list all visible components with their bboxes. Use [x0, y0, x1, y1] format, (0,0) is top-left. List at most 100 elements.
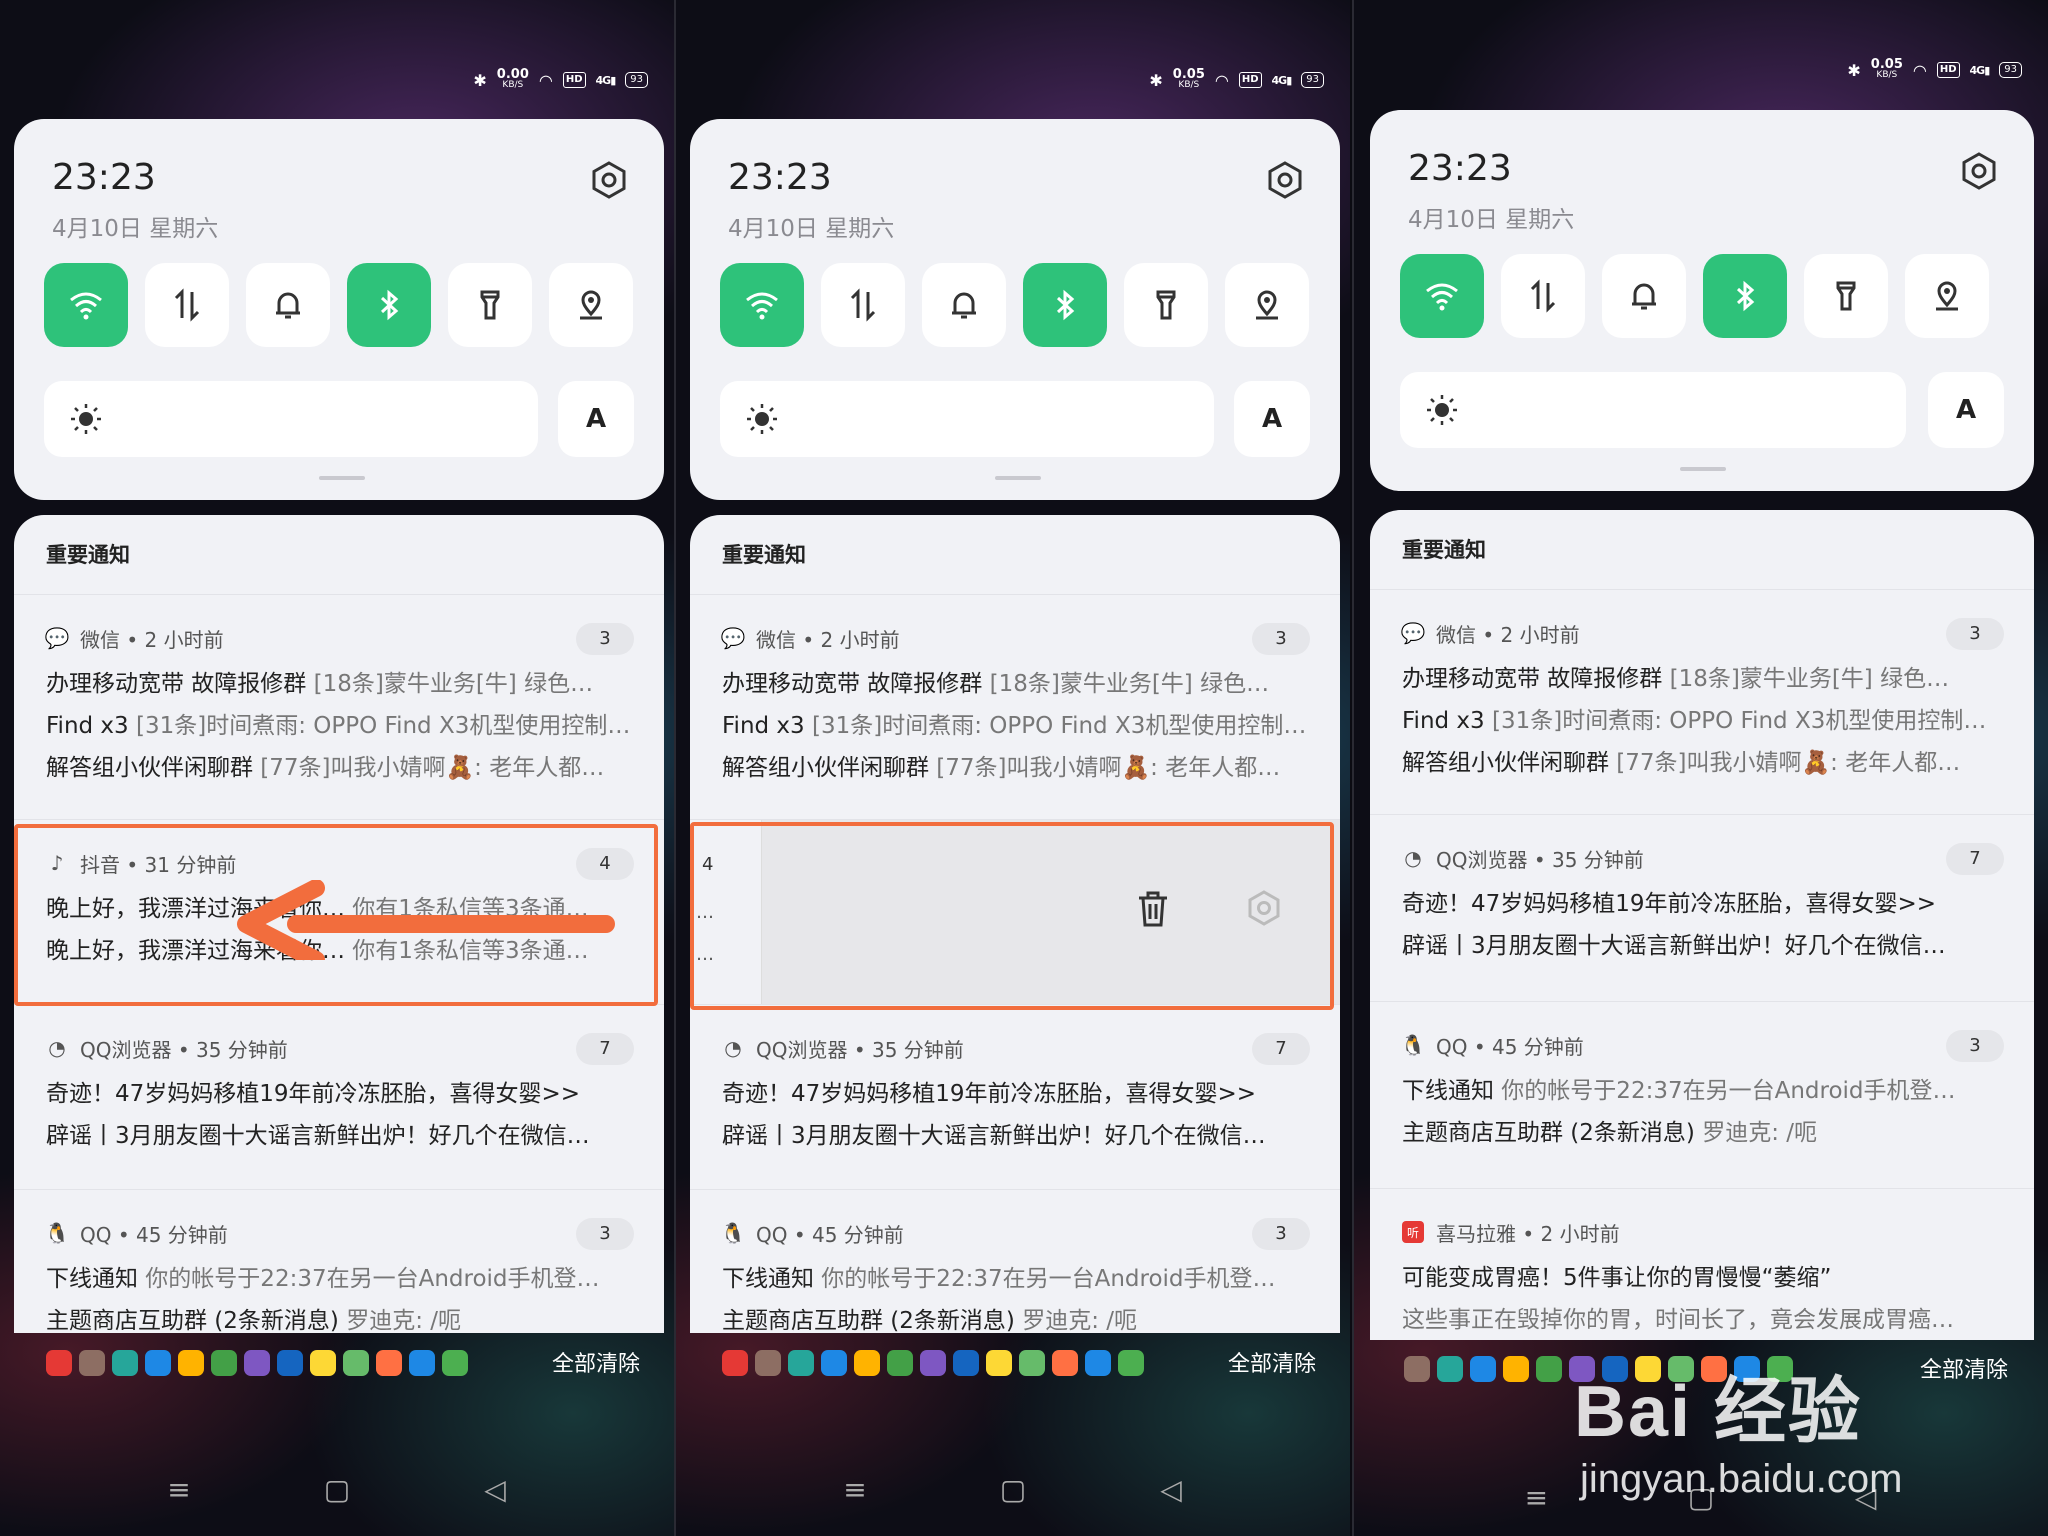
list-item: 主题商店互助群 (2条新消息) 罗迪克: /呃 [46, 1308, 462, 1333]
notification-card-ximalaya[interactable]: 听喜马拉雅 • 2 小时前 可能变成胃癌！5件事让你的胃慢慢“萎缩” 这些事正在… [1370, 1189, 2034, 1340]
wifi-icon [70, 292, 102, 320]
notification-card-wechat[interactable]: 💬 微信 • 2 小时前 3 办理移动宽带 故障报修群 [18条]蒙牛业务[牛] … [1370, 590, 2034, 815]
brightness-slider[interactable] [720, 381, 1214, 457]
home-icon[interactable]: ▢ [317, 1470, 357, 1510]
location-icon [1936, 281, 1958, 311]
app-icon [755, 1350, 781, 1376]
flashlight-toggle[interactable] [1804, 254, 1888, 338]
screenshot-panel-3: ✱ 0.05 KB/S ◠ HD 4G▮ 93 23:23 4月10日 星期六 A… [1354, 0, 2048, 1536]
notification-card-wechat[interactable]: 💬 微信 • 2 小时前 3 办理移动宽带 故障报修群 [18条]蒙牛业务[牛] … [14, 595, 664, 820]
auto-brightness-button[interactable]: A [1234, 381, 1310, 457]
app-icon [178, 1350, 204, 1376]
list-item: 解答组小伙伴闲聊群 [77条]叫我小婧啊🧸: 老年人都… [722, 755, 1281, 781]
bluetooth-icon [380, 289, 399, 321]
location-toggle[interactable] [1225, 263, 1309, 347]
gear-icon[interactable] [1960, 152, 1998, 190]
app-icon [1052, 1350, 1078, 1376]
ximalaya-icon: 听 [1402, 1221, 1424, 1243]
gear-icon[interactable] [590, 161, 628, 199]
notification-card-qqbrowser[interactable]: ◔ QQ浏览器 • 35 分钟前 7 奇迹！47岁妈妈移植19年前冷冻胚胎，喜得女… [690, 1005, 1340, 1190]
sound-toggle[interactable] [922, 263, 1006, 347]
app-icon [986, 1350, 1012, 1376]
sound-toggle[interactable] [246, 263, 330, 347]
flashlight-toggle[interactable] [448, 263, 532, 347]
app-icon [1118, 1350, 1144, 1376]
bluetooth-toggle[interactable] [347, 263, 431, 347]
hd-icon: HD [562, 72, 586, 88]
list-item: 办理移动宽带 故障报修群 [18条]蒙牛业务[牛] 绿色… [46, 671, 594, 697]
home-icon[interactable]: ▢ [993, 1470, 1033, 1510]
list-item: 奇迹！47岁妈妈移植19年前冷冻胚胎，喜得女婴>> [722, 1081, 1257, 1107]
panel-handle[interactable] [995, 476, 1041, 480]
wifi-toggle[interactable] [720, 263, 804, 347]
list-item: 下线通知 你的帐号于22:37在另一台Android手机登… [46, 1266, 600, 1292]
clock-date: 4月10日 星期六 [1408, 207, 1575, 233]
notification-card-qq[interactable]: 🐧 QQ • 45 分钟前 3 下线通知 你的帐号于22:37在另一台Androi… [14, 1190, 664, 1333]
notification-card-qqbrowser[interactable]: ◔ QQ浏览器 • 35 分钟前 7 奇迹！47岁妈妈移植19年前冷冻胚胎，喜得女… [14, 1005, 664, 1190]
list-item: Find x3 [31条]时间煮雨: OPPO Find X3机型使用控制… [46, 713, 631, 739]
net-speed: 0.05 [1870, 57, 1903, 72]
navigation-bar: ≡ ▢ ◁ [676, 1470, 1350, 1510]
clear-all-button[interactable]: 全部清除 [552, 1346, 640, 1378]
data-icon [850, 288, 876, 322]
sound-toggle[interactable] [1602, 254, 1686, 338]
notification-footer: 全部清除 [0, 1338, 674, 1394]
gear-icon[interactable] [1266, 161, 1304, 199]
app-icon [920, 1350, 946, 1376]
menu-icon[interactable]: ≡ [1516, 1478, 1556, 1518]
auto-brightness-button[interactable]: A [1928, 372, 2004, 448]
notification-card-qq[interactable]: 🐧 QQ • 45 分钟前 3 下线通知 你的帐号于22:37在另一台Androi… [1370, 1002, 2034, 1189]
menu-icon[interactable]: ≡ [835, 1470, 875, 1510]
bluetooth-toggle[interactable] [1023, 263, 1107, 347]
bluetooth-toggle[interactable] [1703, 254, 1787, 338]
flashlight-toggle[interactable] [1124, 263, 1208, 347]
back-icon[interactable]: ◁ [475, 1470, 515, 1510]
list-item: 辟谣丨3月朋友圈十大谣言新鲜出炉！好几个在微信… [1402, 933, 1946, 959]
quick-settings-panel: 23:23 4月10日 星期六 A [14, 119, 664, 500]
quick-settings-panel: 23:23 4月10日 星期六 A [690, 119, 1340, 500]
notification-card-wechat[interactable]: 💬 微信 • 2 小时前 3 办理移动宽带 故障报修群 [18条]蒙牛业务[牛] … [690, 595, 1340, 820]
wechat-icon: 💬 [720, 626, 746, 650]
panel-handle[interactable] [1680, 467, 1726, 471]
hd-icon: HD [1936, 62, 1960, 78]
sun-icon [1427, 395, 1457, 425]
bell-icon [1632, 283, 1656, 310]
qqbrowser-icon: ◔ [48, 1036, 66, 1060]
list-item: Find x3 [31条]时间煮雨: OPPO Find X3机型使用控制… [1402, 708, 1987, 734]
list-item: 辟谣丨3月朋友圈十大谣言新鲜出炉！好几个在微信… [722, 1123, 1266, 1149]
count-badge: 3 [1252, 623, 1310, 655]
app-icon [145, 1350, 171, 1376]
flashlight-icon [1156, 290, 1176, 320]
auto-brightness-button[interactable]: A [558, 381, 634, 457]
app-icon-strip [46, 1350, 468, 1376]
count-badge: 3 [1946, 1030, 2004, 1062]
wifi-toggle[interactable] [44, 263, 128, 347]
count-badge: 3 [1252, 1218, 1310, 1250]
wifi-toggle[interactable] [1400, 254, 1484, 338]
mobile-data-toggle[interactable] [145, 263, 229, 347]
notification-footer: 全部清除 [676, 1338, 1350, 1394]
app-icon [376, 1350, 402, 1376]
clear-all-button[interactable]: 全部清除 [1228, 1346, 1316, 1378]
sun-icon [747, 404, 777, 434]
brightness-slider[interactable] [44, 381, 538, 457]
app-icon [1085, 1350, 1111, 1376]
section-title: 重要通知 [690, 515, 1340, 595]
hd-icon: HD [1238, 72, 1262, 88]
mobile-data-toggle[interactable] [1501, 254, 1585, 338]
mobile-data-toggle[interactable] [821, 263, 905, 347]
app-icon-strip [722, 1350, 1144, 1376]
location-icon [580, 290, 602, 320]
bluetooth-status-icon: ✱ [1149, 70, 1163, 90]
clear-all-button[interactable]: 全部清除 [1920, 1352, 2008, 1384]
menu-icon[interactable]: ≡ [159, 1470, 199, 1510]
brightness-slider[interactable] [1400, 372, 1906, 448]
location-toggle[interactable] [549, 263, 633, 347]
notification-card-qqbrowser[interactable]: ◔ QQ浏览器 • 35 分钟前 7 奇迹！47岁妈妈移植19年前冷冻胚胎，喜得女… [1370, 815, 2034, 1002]
count-badge: 7 [1252, 1033, 1310, 1065]
panel-handle[interactable] [319, 476, 365, 480]
quick-settings-panel: 23:23 4月10日 星期六 A [1370, 110, 2034, 491]
notification-card-qq[interactable]: 🐧 QQ • 45 分钟前 3 下线通知 你的帐号于22:37在另一台Androi… [690, 1190, 1340, 1333]
location-toggle[interactable] [1905, 254, 1989, 338]
back-icon[interactable]: ◁ [1151, 1470, 1191, 1510]
